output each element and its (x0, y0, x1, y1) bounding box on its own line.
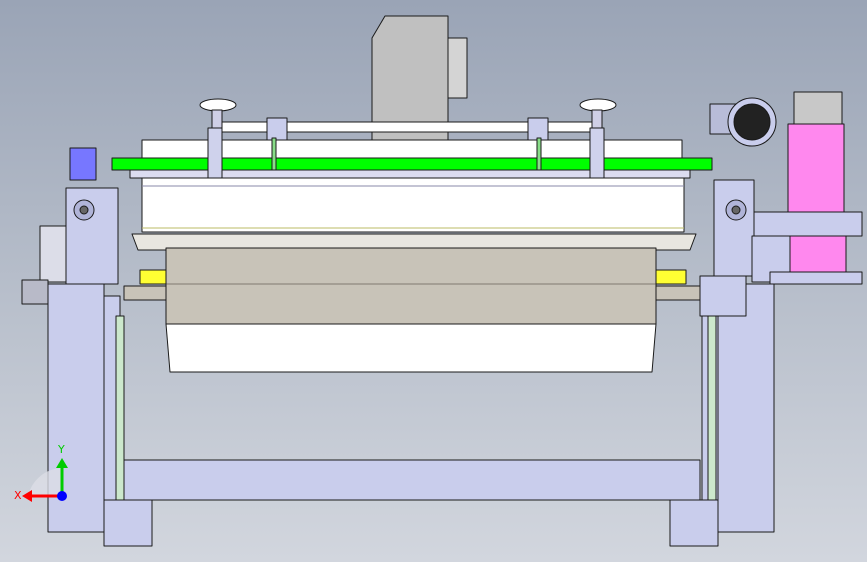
x-axis-label: X (14, 489, 22, 502)
yellow-block-left (139, 269, 167, 285)
main-drum (141, 177, 685, 233)
lower-roller (165, 323, 657, 373)
top-housing (371, 15, 468, 141)
left-motor (69, 147, 97, 181)
green-belt (111, 157, 713, 171)
yellow-block-right (655, 269, 687, 285)
tray (123, 233, 701, 325)
y-axis-label: Y (58, 443, 65, 456)
machine-front-view (21, 15, 863, 547)
left-handwheel (199, 98, 237, 112)
right-handwheel (579, 98, 617, 112)
upper-roller (111, 139, 713, 179)
base-frame (103, 459, 719, 547)
cad-viewport[interactable]: X Y (0, 0, 867, 562)
pink-motor (787, 123, 845, 213)
coordinate-triad: X Y (10, 438, 80, 510)
